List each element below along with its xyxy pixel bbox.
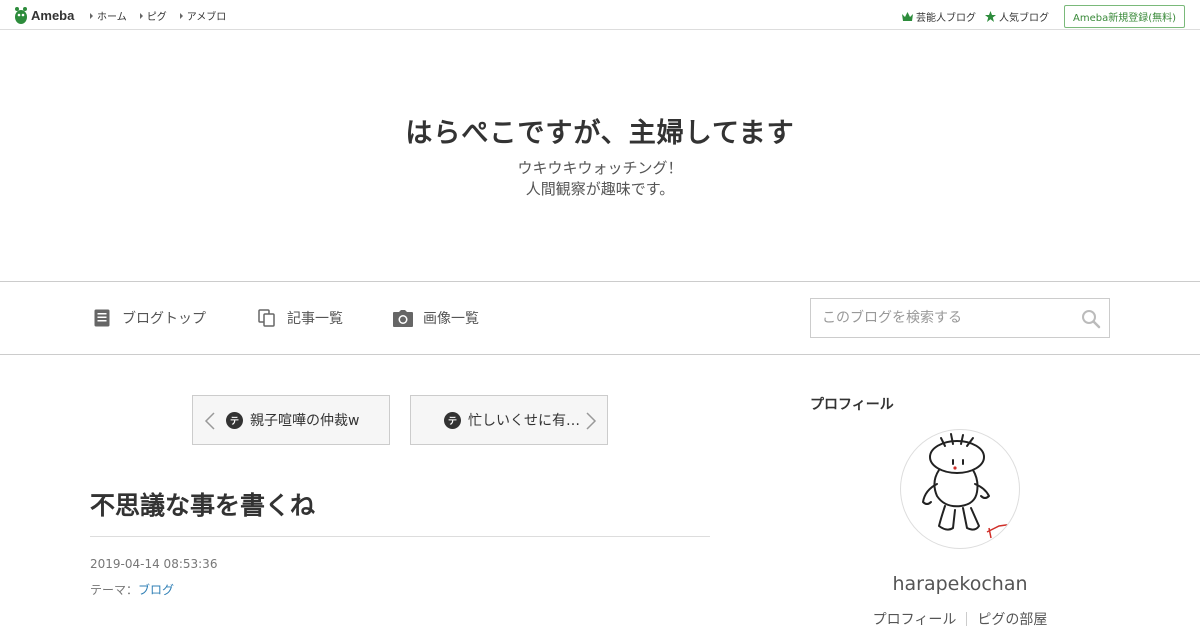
nav-entry-list[interactable]: 記事一覧 (257, 308, 343, 328)
ameba-logo-text: Ameba (31, 7, 75, 23)
chevron-left-icon (204, 412, 215, 430)
article-divider (90, 536, 710, 537)
triangle-right-icon (90, 12, 93, 19)
global-nav-ameblo[interactable]: アメブロ (179, 8, 227, 23)
nav-blog-top-label: ブログトップ (122, 311, 206, 327)
prev-entry-label: 親子喧嘩の仲裁w (250, 413, 360, 429)
camera-icon (393, 308, 413, 328)
ameba-logo[interactable]: Ameba (14, 6, 74, 24)
theme-badge-icon: テ (226, 411, 243, 429)
blog-nav: ブログトップ 記事一覧 画像一覧 (0, 281, 1200, 355)
article-theme-link[interactable]: ブログ (138, 583, 174, 597)
global-nav-pigg-label: ピグ (146, 12, 167, 23)
global-nav-home-label: ホーム (97, 12, 127, 23)
search-icon[interactable] (1081, 309, 1101, 329)
blog-header: はらぺこですが、主婦してます ウキウキウォッチング！ 人間観察が趣味です。 (0, 31, 1200, 281)
crown-icon (901, 12, 913, 21)
ameba-logo-icon (15, 7, 27, 24)
next-entry-button[interactable]: テ 忙しいくせに有… (410, 395, 608, 445)
article-title[interactable]: 不思議な事を書くね (90, 486, 315, 522)
nav-blog-top[interactable]: ブログトップ (92, 308, 206, 328)
prev-entry-button[interactable]: テ 親子喧嘩の仲裁w (192, 395, 390, 445)
blog-search-input[interactable] (811, 299, 1109, 337)
avatar-drawing (922, 433, 1014, 539)
profile-heading: プロフィール (810, 397, 894, 413)
document-icon (92, 308, 112, 328)
triangle-right-icon (139, 12, 143, 19)
next-entry-label: 忙しいくせに有… (468, 413, 580, 429)
register-button[interactable]: Ameba新規登録(無料) (1063, 5, 1185, 28)
copy-icon (257, 308, 277, 328)
global-nav: ホーム ピグ アメブロ (90, 8, 226, 23)
star-icon (984, 11, 996, 22)
celebrity-blog-link[interactable]: 芸能人ブログ (901, 9, 976, 24)
global-header: Ameba ホーム ピグ アメブロ 芸能人ブログ 人気ブログ Ameba新規登録… (0, 0, 1200, 30)
global-nav-pigg[interactable]: ピグ (139, 8, 167, 23)
blog-description-line: 人間観察が趣味です。 (525, 180, 675, 198)
nav-entry-list-label: 記事一覧 (287, 311, 343, 327)
popular-blog-label: 人気ブログ (998, 13, 1049, 24)
theme-badge-icon: テ (444, 411, 461, 429)
global-nav-ameblo-label: アメブロ (186, 12, 227, 23)
nav-image-list-label: 画像一覧 (423, 311, 479, 327)
global-header-right: 芸能人ブログ 人気ブログ Ameba新規登録(無料) (901, 5, 1185, 28)
article-theme-label: テーマ： (90, 583, 139, 597)
nav-image-list[interactable]: 画像一覧 (393, 308, 479, 328)
blog-search (810, 298, 1110, 338)
blog-title[interactable]: はらぺこですが、主婦してます (0, 111, 1200, 150)
profile-links: プロフィール ピグの部屋 (810, 609, 1110, 629)
pig-room-link[interactable]: ピグの部屋 (967, 609, 1057, 629)
article-date: 2019-04-14 08:53:36 (90, 557, 218, 571)
popular-blog-link[interactable]: 人気ブログ (984, 9, 1049, 24)
avatar[interactable] (900, 429, 1020, 549)
profile-link[interactable]: プロフィール (863, 609, 967, 629)
chevron-right-icon (586, 412, 597, 430)
blog-description-line: ウキウキウォッチング！ (517, 159, 683, 177)
global-nav-home[interactable]: ホーム (90, 8, 127, 23)
blog-description: ウキウキウォッチング！ 人間観察が趣味です。 (0, 158, 1200, 200)
celebrity-blog-label: 芸能人ブログ (915, 13, 976, 24)
profile-username[interactable]: harapekochan (810, 573, 1110, 595)
article-theme: テーマ：ブログ (90, 581, 174, 598)
triangle-right-icon (179, 12, 183, 19)
